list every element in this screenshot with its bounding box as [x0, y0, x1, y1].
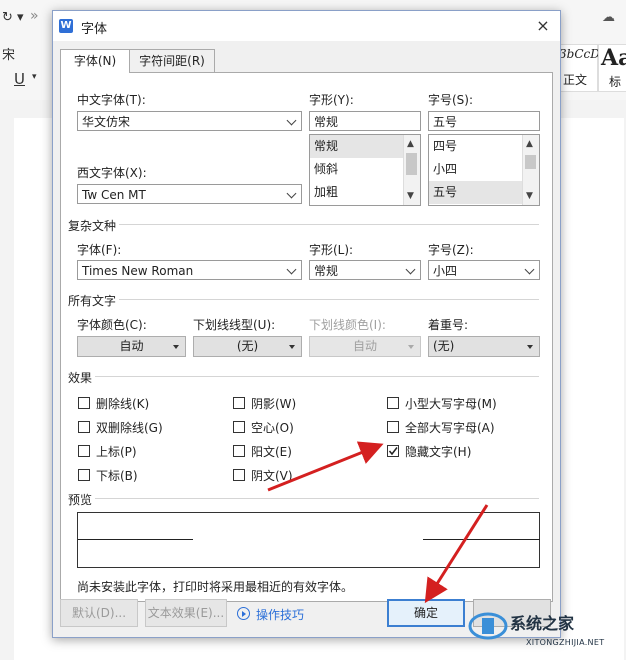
annotation-arrows — [267, 441, 489, 604]
watermark-text: 系统之家 — [510, 614, 575, 633]
arrow-to-hidden-text — [267, 441, 384, 492]
tab-font[interactable]: 字体(N) — [60, 49, 130, 73]
watermark-subtext: XITONGZHIJIA.NET — [526, 638, 605, 647]
arrow-to-ok-button — [424, 504, 489, 604]
watermark-logo — [468, 606, 508, 646]
